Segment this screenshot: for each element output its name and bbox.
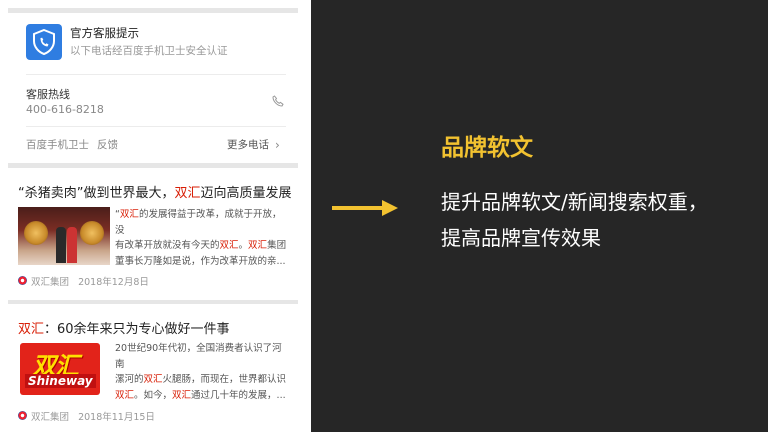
section-separator: [8, 300, 298, 304]
news-title[interactable]: “杀猪卖肉”做到世界最大，双汇迈向高质量发展: [18, 182, 292, 201]
description-line: 提升品牌软文/新闻搜索权重，: [441, 190, 708, 214]
person-figure: [56, 227, 66, 263]
phone-panel: 官方客服提示 以下电话经百度手机卫士安全认证 客服热线 400-616-8218…: [0, 0, 311, 432]
hotline-label: 客服热线: [26, 88, 70, 101]
phone-call-icon[interactable]: [272, 95, 284, 107]
shield-phone-icon: [26, 24, 62, 60]
top-separator: [8, 8, 298, 13]
description-line: 提高品牌宣传效果: [441, 226, 601, 250]
more-calls-link[interactable]: 更多电话: [227, 137, 269, 152]
news-source: 双汇集团 2018年11月15日: [31, 412, 155, 423]
baidu-guard-link[interactable]: 百度手机卫士: [26, 137, 89, 152]
notice-title: 官方客服提示: [70, 26, 139, 40]
news-thumbnail[interactable]: [18, 207, 110, 265]
notice-subtitle: 以下电话经百度手机卫士安全认证: [70, 45, 228, 57]
divider: [26, 126, 286, 127]
news-snippet: 20世纪90年代初，全国消费者认识了河南 漯河的双汇火腿肠，而现在，世界都认识 …: [115, 343, 287, 401]
gong-image: [24, 221, 48, 245]
person-figure: [67, 227, 77, 263]
news-source: 双汇集团 2018年12月8日: [31, 277, 149, 288]
divider: [26, 74, 286, 75]
shuanghui-source-icon: [18, 276, 27, 285]
shuanghui-source-icon: [18, 411, 27, 420]
news-title[interactable]: 双汇：60余年来只为专心做好一件事: [18, 318, 230, 337]
feedback-link[interactable]: 反馈: [97, 137, 118, 152]
news-snippet: “双汇的发展得益于改革，成就于开放，没 有改革开放就没有今天的双汇。双汇集团 董…: [115, 209, 287, 267]
gong-image: [80, 221, 104, 245]
headline: 品牌软文: [441, 135, 533, 161]
arrow-right-icon: [332, 200, 398, 216]
shineway-logo[interactable]: 双汇 Shineway: [20, 343, 100, 395]
hotline-number[interactable]: 400-616-8218: [26, 103, 104, 116]
chevron-right-icon: ›: [275, 138, 280, 152]
section-separator: [8, 163, 298, 168]
